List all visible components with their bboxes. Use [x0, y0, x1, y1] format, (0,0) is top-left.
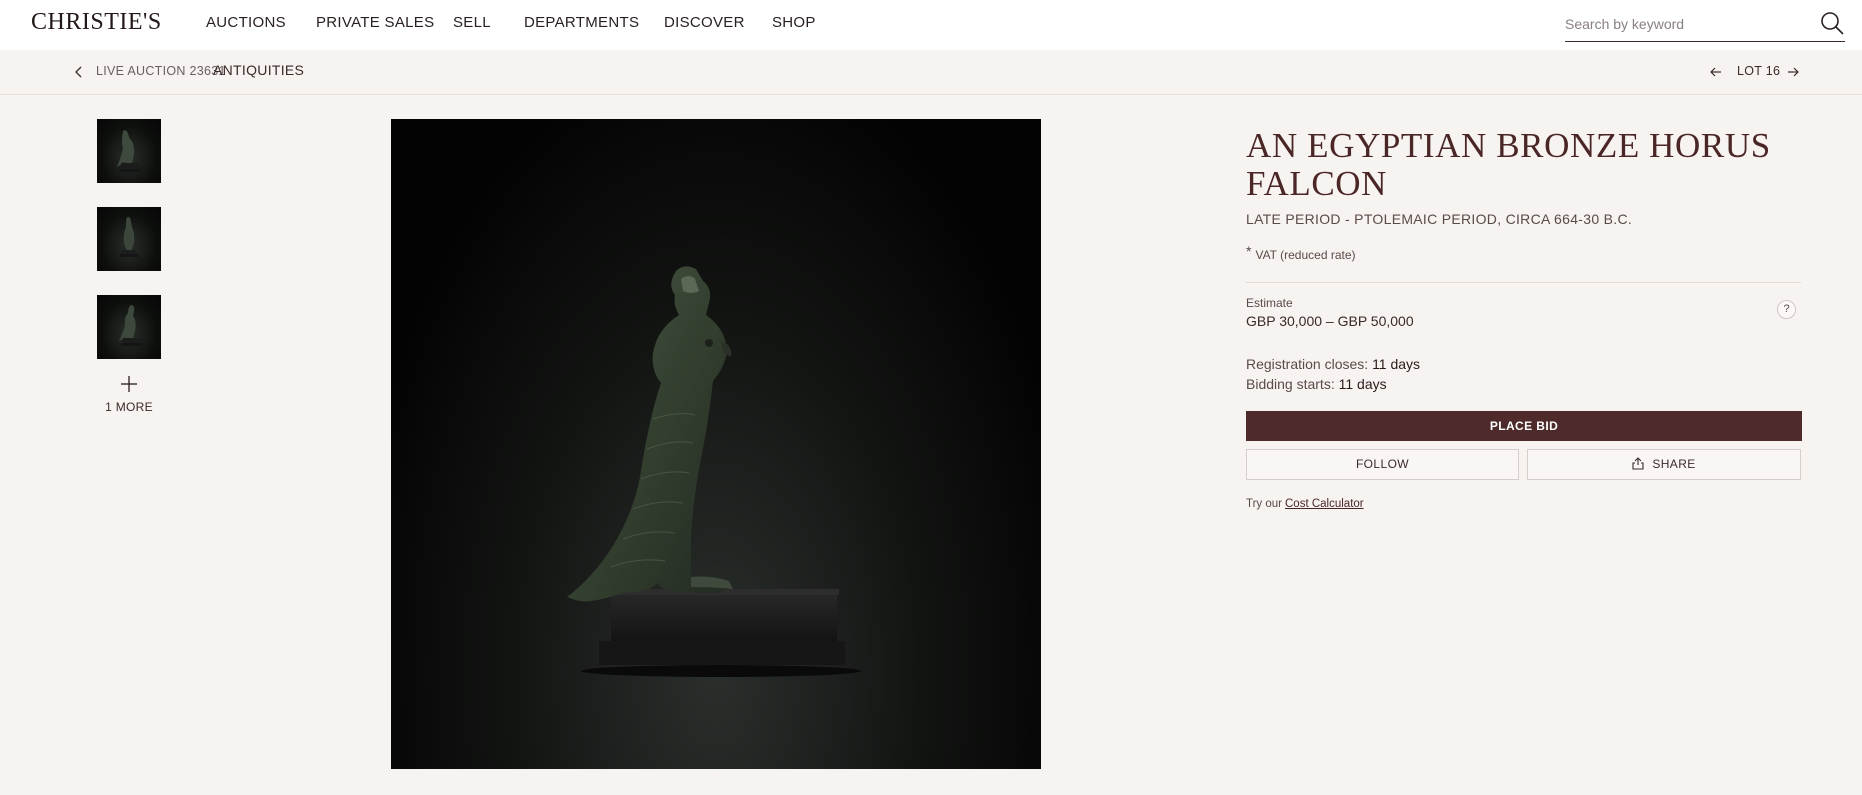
- nav-sell[interactable]: SELL: [453, 14, 491, 31]
- falcon-side-thumbnail-icon: [119, 305, 143, 346]
- help-icon[interactable]: ?: [1777, 300, 1796, 319]
- registration-closes: Registration closes: 11 days: [1246, 356, 1420, 372]
- breadcrumb-sale-name[interactable]: ANTIQUITIES: [213, 62, 304, 78]
- bidding-starts: Bidding starts: 11 days: [1246, 376, 1387, 392]
- chevron-left-icon[interactable]: [73, 65, 85, 79]
- bidding-label: Bidding starts:: [1246, 376, 1335, 392]
- cost-calculator-prompt: Try our Cost Calculator: [1246, 498, 1364, 510]
- cost-calculator-link[interactable]: Cost Calculator: [1285, 498, 1364, 510]
- estimate-value: GBP 30,000 – GBP 50,000: [1246, 313, 1414, 329]
- lot-subtitle: LATE PERIOD - PTOLEMAIC PERIOD, CIRCA 66…: [1246, 211, 1633, 227]
- more-images-link[interactable]: 1 MORE: [92, 400, 166, 414]
- thumbnail-image[interactable]: [97, 119, 161, 183]
- try-label: Try our: [1246, 498, 1282, 510]
- place-bid-button[interactable]: PLACE BID: [1246, 411, 1802, 441]
- search-icon[interactable]: [1819, 10, 1845, 36]
- estimate-label: Estimate: [1246, 296, 1293, 310]
- previous-lot-arrow-icon[interactable]: [1709, 65, 1723, 79]
- main-lot-image[interactable]: [391, 119, 1041, 769]
- christies-logo[interactable]: CHRISTIE'S: [31, 9, 162, 36]
- next-lot-arrow-icon[interactable]: [1786, 65, 1800, 79]
- registration-value: 11 days: [1372, 356, 1421, 372]
- search-input[interactable]: [1565, 12, 1805, 36]
- lot-title: AN EGYPTIAN BRONZE HORUS FALCON: [1246, 126, 1771, 203]
- breadcrumb-sale-number[interactable]: LIVE AUCTION 23631: [96, 64, 226, 78]
- nav-auctions[interactable]: AUCTIONS: [206, 14, 286, 31]
- share-label: SHARE: [1652, 457, 1696, 471]
- thumbnail-image[interactable]: [97, 295, 161, 359]
- bronze-falcon-image: [567, 266, 861, 677]
- divider: [1246, 282, 1801, 283]
- top-navigation: CHRISTIE'S AUCTIONS PRIVATE SALES SELL D…: [0, 0, 1862, 50]
- nav-departments[interactable]: DEPARTMENTS: [524, 14, 639, 31]
- nav-private-sales[interactable]: PRIVATE SALES: [316, 14, 434, 31]
- share-button[interactable]: SHARE: [1527, 449, 1801, 480]
- thumbnail-image[interactable]: [97, 207, 161, 271]
- nav-discover[interactable]: DISCOVER: [664, 14, 745, 31]
- nav-shop[interactable]: SHOP: [772, 14, 816, 31]
- falcon-front-thumbnail-icon: [120, 217, 138, 257]
- lot-number: LOT 16: [1737, 64, 1781, 78]
- falcon-thumbnail-icon: [117, 130, 141, 172]
- vat-star: *: [1246, 243, 1252, 259]
- vat-note: * VAT (reduced rate): [1246, 243, 1356, 262]
- plus-icon[interactable]: [118, 373, 140, 395]
- vat-text: VAT (reduced rate): [1255, 248, 1356, 262]
- search-bar: [1565, 8, 1845, 42]
- registration-label: Registration closes:: [1246, 356, 1369, 372]
- share-icon: [1632, 457, 1644, 470]
- follow-button[interactable]: FOLLOW: [1246, 449, 1519, 480]
- breadcrumb: LIVE AUCTION 23631 ANTIQUITIES LOT 16: [0, 50, 1862, 95]
- bidding-value: 11 days: [1338, 376, 1387, 392]
